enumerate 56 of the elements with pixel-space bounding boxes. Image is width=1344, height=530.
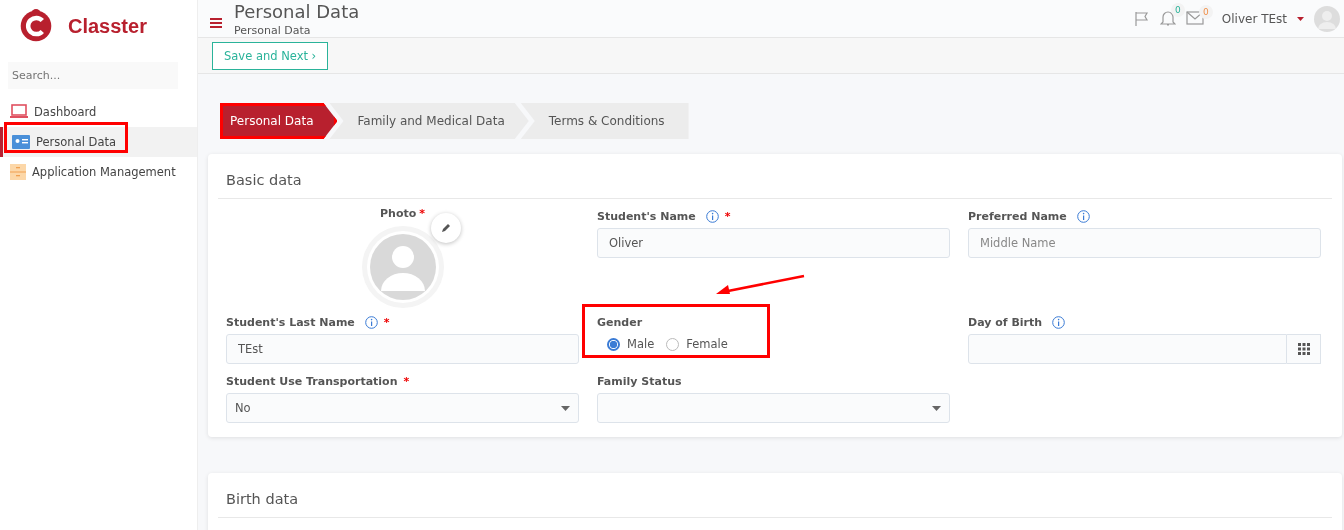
wizard-step[interactable]: Personal Data (220, 103, 338, 139)
laptop-icon (10, 104, 28, 120)
user-menu[interactable]: Oliver TEst (1221, 12, 1287, 26)
caret-icon (561, 405, 570, 411)
grid-icon (1297, 343, 1310, 355)
pencil-icon (440, 223, 451, 233)
caret-icon (932, 405, 941, 411)
field-label: Family Status (597, 374, 682, 388)
menu-icon[interactable] (210, 18, 222, 28)
section-title: Birth data (218, 473, 1332, 518)
info-icon[interactable] (1076, 209, 1090, 223)
radio-button[interactable] (666, 337, 680, 351)
field-label: Gender (597, 315, 643, 329)
id-card-icon (12, 135, 30, 149)
brand-name: Classter (68, 14, 147, 38)
wizard-step[interactable]: Terms & Conditions (520, 103, 689, 139)
text-field[interactable]: Middle Name (968, 228, 1321, 258)
flag-icon[interactable] (1133, 11, 1150, 27)
photo-placeholder-icon (360, 225, 445, 309)
required-mark: * (403, 374, 410, 388)
cabinet-icon (10, 164, 26, 180)
edit-photo-button[interactable] (430, 213, 461, 243)
info-icon[interactable] (364, 315, 378, 329)
field-label: Student's Last Name (226, 315, 355, 329)
radio-button[interactable] (607, 337, 620, 351)
logo-icon (18, 8, 54, 44)
wizard-step[interactable]: Family and Medical Data (329, 103, 529, 139)
field-label: Photo (380, 206, 417, 220)
notification-count: 0 (1170, 2, 1185, 17)
sidebar-item[interactable]: Personal Data (0, 127, 197, 157)
info-icon[interactable] (1052, 315, 1066, 329)
field-label: Student's Name (597, 209, 696, 223)
text-field[interactable]: TEst (226, 334, 579, 364)
text-field[interactable]: Oliver (597, 228, 950, 258)
required-mark: * (724, 209, 731, 223)
message-count: 0 (1198, 4, 1213, 19)
required-mark: * (419, 206, 425, 220)
sidebar-item[interactable]: Dashboard (0, 97, 197, 127)
dropdown[interactable]: No (226, 393, 579, 423)
bell-icon[interactable] (1159, 8, 1176, 27)
radio-label[interactable]: Male (627, 337, 655, 351)
envelope-icon[interactable] (1185, 10, 1204, 25)
calendar-button[interactable] (1287, 334, 1321, 364)
radio-label[interactable]: Female (686, 337, 728, 351)
sidebar-item[interactable]: Application Management (0, 157, 197, 187)
search-field[interactable]: Search... (8, 62, 178, 89)
breadcrumb[interactable]: Personal Data (234, 24, 1134, 37)
required-mark: * (383, 315, 390, 329)
field-label: Student Use Transportation (226, 374, 398, 388)
field-label: Day of Birth (968, 315, 1043, 329)
page-title: Personal Data (234, 1, 361, 22)
caret-icon[interactable] (1297, 17, 1304, 21)
info-icon[interactable] (705, 209, 719, 223)
date-field[interactable] (968, 334, 1288, 364)
field-label: Preferred Name (968, 209, 1067, 223)
section-title: Basic data (218, 154, 1332, 199)
